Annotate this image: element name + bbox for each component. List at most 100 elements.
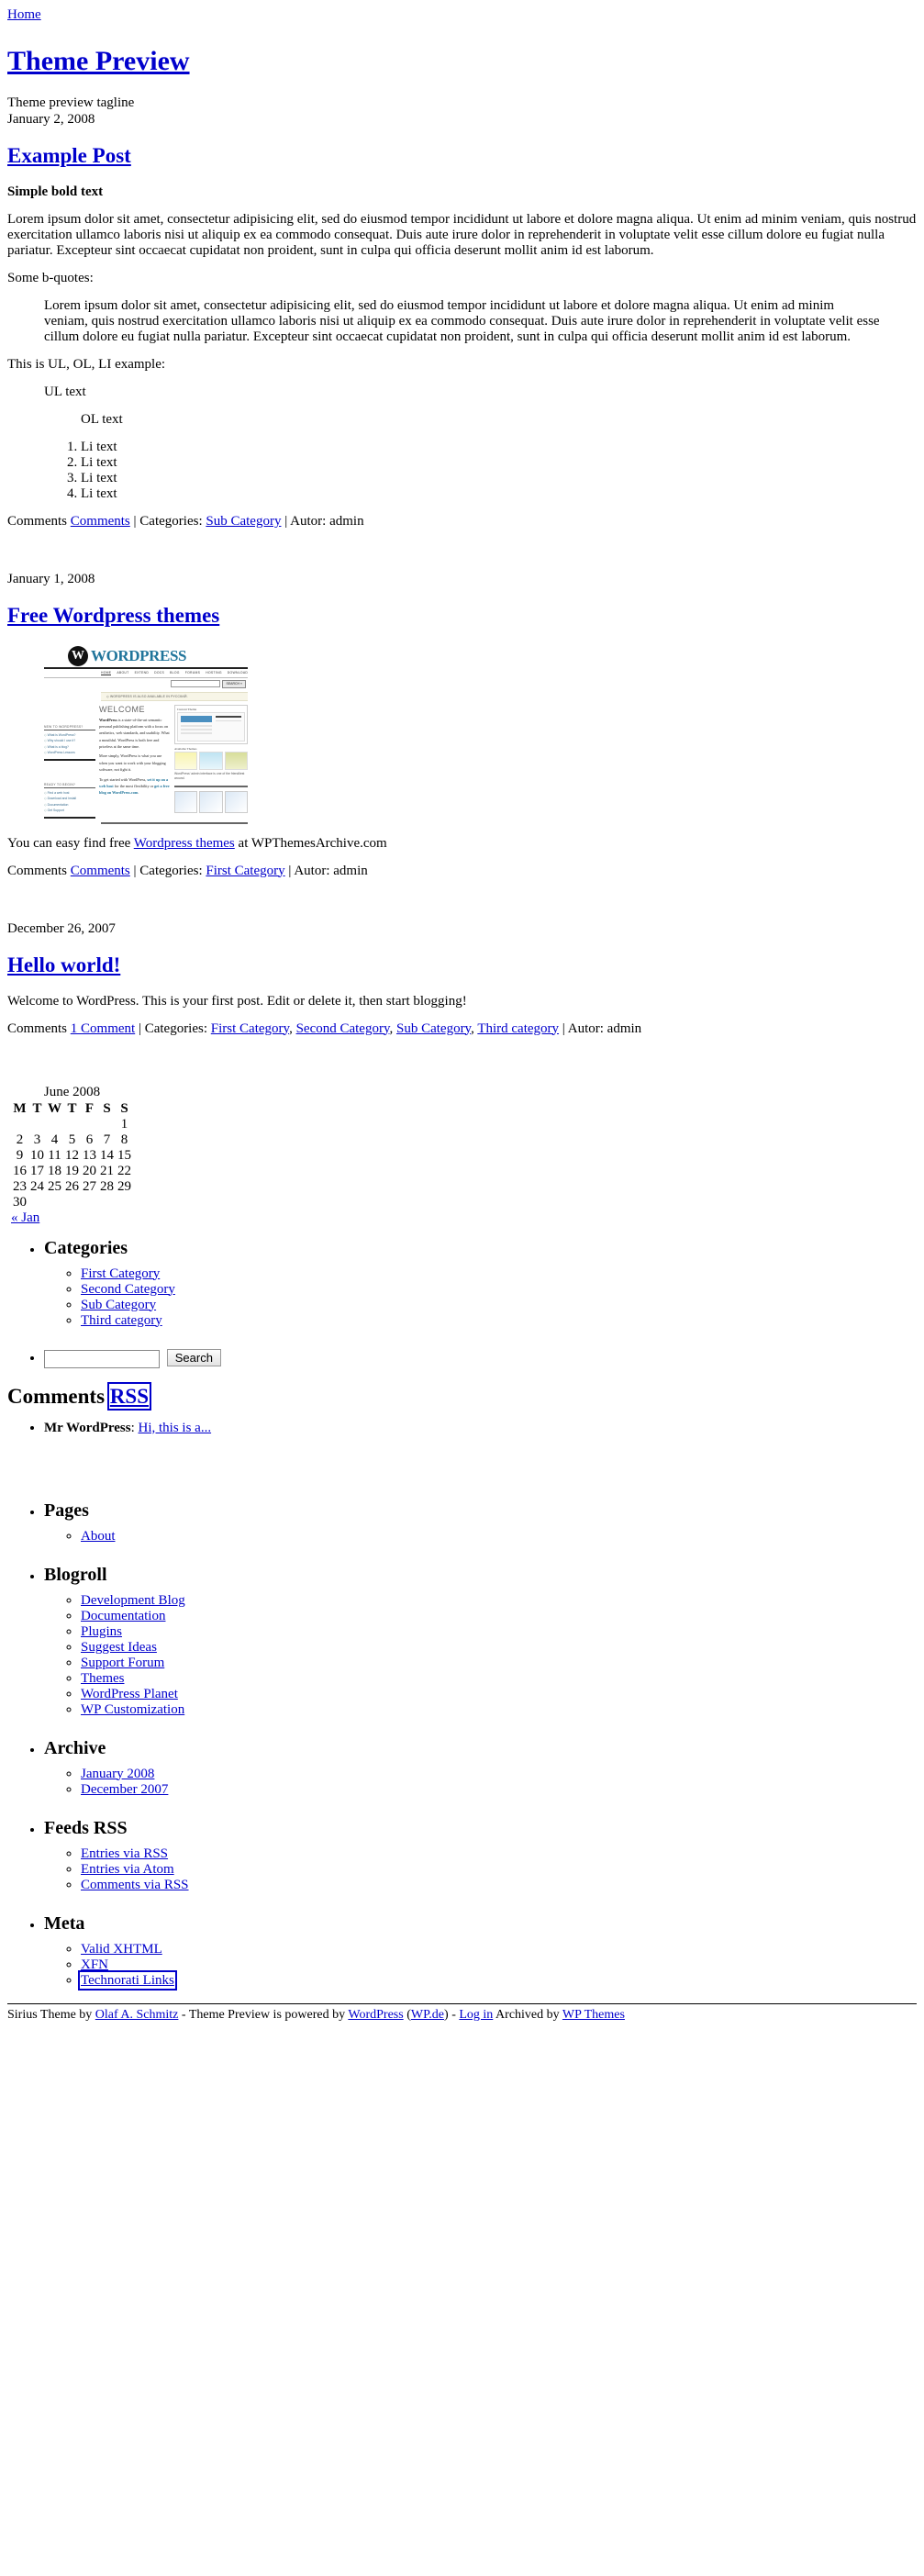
meta-link-valid-xhtml[interactable]: Valid XHTML bbox=[81, 1942, 162, 1957]
list-item: Mr WordPress: Hi, this is a... bbox=[44, 1421, 917, 1436]
calendar-widget: June 2008 M T W T F S S 1 2 3 4 5 6 7 8 … bbox=[11, 1085, 917, 1226]
comments-link[interactable]: 1 Comment bbox=[71, 1021, 135, 1036]
footer-link-login[interactable]: Log in bbox=[459, 2008, 493, 2022]
site-title-link[interactable]: Theme Preview bbox=[7, 46, 190, 76]
comments-label: Comments bbox=[7, 863, 68, 878]
comments-link[interactable]: Comments bbox=[71, 514, 130, 529]
page-footer: Sirius Theme by Olaf A. Schmitz - Theme … bbox=[7, 2002, 917, 2023]
calendar-day: 13 bbox=[83, 1147, 96, 1163]
footer-link-author[interactable]: Olaf A. Schmitz bbox=[95, 2008, 179, 2022]
comment-excerpt-link[interactable]: Hi, this is a... bbox=[139, 1421, 212, 1435]
blogroll-link-suggest-ideas[interactable]: Suggest Ideas bbox=[81, 1640, 157, 1655]
calendar-day: 11 bbox=[48, 1147, 61, 1163]
list-item: Third category bbox=[81, 1313, 917, 1329]
feed-link-entries-atom[interactable]: Entries via Atom bbox=[81, 1862, 174, 1877]
wp-available-themes-title: Available Themes bbox=[174, 746, 197, 751]
meta-link-technorati-links[interactable]: Technorati Links bbox=[78, 1969, 177, 1991]
list-item: UL text bbox=[44, 384, 86, 399]
calendar-day: 15 bbox=[117, 1147, 131, 1163]
comments-widget-heading: Comments RSS bbox=[7, 1381, 917, 1411]
calendar-day: 5 bbox=[68, 1132, 76, 1147]
meta-link-xfn[interactable]: XFN bbox=[81, 1957, 108, 1972]
category-link[interactable]: Third category bbox=[477, 1021, 559, 1036]
comment-separator: : bbox=[130, 1420, 139, 1435]
footer-link-wp-themes[interactable]: WP Themes bbox=[562, 2008, 625, 2022]
list-item: Entries via RSS bbox=[81, 1846, 917, 1862]
list-item: Li text bbox=[81, 455, 917, 471]
footer-text-c: ( bbox=[403, 2007, 411, 2022]
category-link-third-category[interactable]: Third category bbox=[81, 1313, 162, 1328]
comments-link[interactable]: Comments bbox=[71, 864, 130, 878]
wp-columns: NEW TO WORDPRESS? What is WordPress? Why… bbox=[44, 704, 248, 819]
category-link[interactable]: First Category bbox=[206, 864, 284, 878]
category-link[interactable]: Sub Category bbox=[396, 1021, 471, 1036]
blogroll-link-plugins[interactable]: Plugins bbox=[81, 1624, 122, 1639]
archive-link-january-2008[interactable]: January 2008 bbox=[81, 1767, 154, 1781]
calendar-day bbox=[81, 1117, 98, 1132]
search-button[interactable]: Search bbox=[166, 1348, 221, 1366]
wordpress-themes-link[interactable]: Wordpress themes bbox=[134, 836, 235, 851]
calendar-day: 24 bbox=[30, 1178, 44, 1194]
calendar-day: 14 bbox=[100, 1147, 114, 1163]
blogroll-link-support-forum[interactable]: Support Forum bbox=[81, 1656, 164, 1670]
comments-label: Comments bbox=[7, 1020, 68, 1036]
calendar-day-header: M bbox=[13, 1100, 27, 1116]
category-link[interactable]: Second Category bbox=[296, 1021, 390, 1036]
calendar-day: 6 bbox=[85, 1132, 94, 1147]
post-paragraph: Lorem ipsum dolor sit amet, consectetur … bbox=[7, 211, 917, 258]
recent-comments-list: Mr WordPress: Hi, this is a... bbox=[7, 1421, 917, 1436]
author-name: admin bbox=[607, 1020, 642, 1036]
calendar-day: 4 bbox=[50, 1132, 59, 1147]
nav-link-home[interactable]: Home bbox=[7, 7, 41, 23]
category-link-second-category[interactable]: Second Category bbox=[81, 1282, 175, 1297]
feed-link-entries-rss[interactable]: Entries via RSS bbox=[81, 1846, 168, 1861]
footer-link-wordpress[interactable]: WordPress bbox=[348, 2008, 403, 2022]
wp-theme-thumbnails bbox=[174, 751, 248, 770]
blogroll-link-themes[interactable]: Themes bbox=[81, 1671, 124, 1686]
archive-link-december-2007[interactable]: December 2007 bbox=[81, 1782, 168, 1797]
post-link-free-wordpress-themes[interactable]: Free Wordpress themes bbox=[7, 604, 219, 627]
author-label: Autor: bbox=[294, 863, 330, 878]
calendar-day-header: S bbox=[120, 1100, 128, 1116]
comments-rss-link[interactable]: RSS bbox=[106, 1381, 152, 1411]
category-link-first-category[interactable]: First Category bbox=[81, 1266, 160, 1281]
post-link-hello-world[interactable]: Hello world! bbox=[7, 953, 120, 976]
post-caption: You can easy find free Wordpress themes … bbox=[7, 836, 917, 852]
blogroll-link-documentation[interactable]: Documentation bbox=[81, 1609, 165, 1623]
meta-separator: | bbox=[562, 1020, 565, 1036]
site-date: January 2, 2008 bbox=[7, 111, 95, 127]
wp-link: Get Support bbox=[44, 808, 95, 813]
wp-left-links-2: Find a web host Download and Install Doc… bbox=[44, 790, 95, 814]
wp-left-links-1: What is WordPress? Why should I use it? … bbox=[44, 732, 95, 756]
calendar-day bbox=[46, 1117, 63, 1132]
footer-text-e: Archived by bbox=[493, 2007, 562, 2022]
calendar-prev-month-link[interactable]: « Jan bbox=[11, 1210, 39, 1225]
meta-separator: | bbox=[288, 863, 292, 878]
category-link-sub-category[interactable]: Sub Category bbox=[81, 1298, 156, 1312]
blogroll-link-wordpress-planet[interactable]: WordPress Planet bbox=[81, 1687, 178, 1701]
list-intro: This is UL, OL, LI example: bbox=[7, 356, 166, 372]
wp-nav-item: DOWNLOAD bbox=[227, 670, 249, 675]
post-title-hello-world: Hello world! bbox=[7, 953, 917, 977]
categories-label: Categories: bbox=[139, 863, 203, 878]
calendar-day: 1 bbox=[120, 1116, 128, 1132]
search-input[interactable] bbox=[44, 1349, 160, 1368]
comments-heading-text: Comments bbox=[7, 1384, 106, 1408]
blogroll-link-wp-customization[interactable]: WP Customization bbox=[81, 1702, 184, 1717]
wp-admin-caption: WordPress' admin interface is one of the… bbox=[174, 771, 245, 781]
page-link-about[interactable]: About bbox=[81, 1529, 116, 1544]
wp-paragraph-1: WordPress is a state-of-the-art semantic… bbox=[99, 717, 171, 751]
calendar-day bbox=[46, 1195, 63, 1210]
wp-link: WordPress Lessons bbox=[44, 750, 95, 755]
post-link-example-post[interactable]: Example Post bbox=[7, 144, 131, 167]
category-link[interactable]: First Category bbox=[211, 1021, 289, 1036]
category-link[interactable]: Sub Category bbox=[206, 514, 281, 529]
wp-current-theme-panel: Current Theme bbox=[174, 704, 248, 744]
feed-link-comments-rss[interactable]: Comments via RSS bbox=[81, 1878, 189, 1892]
list-item: OL text bbox=[81, 411, 123, 427]
blogroll-link-development-blog[interactable]: Development Blog bbox=[81, 1593, 185, 1608]
footer-link-wpde[interactable]: WP.de bbox=[411, 2008, 444, 2022]
post-meta-hello-world: Comments 1 Comment | Categories: First C… bbox=[7, 1020, 642, 1036]
footer-text-d: ) - bbox=[444, 2007, 460, 2022]
